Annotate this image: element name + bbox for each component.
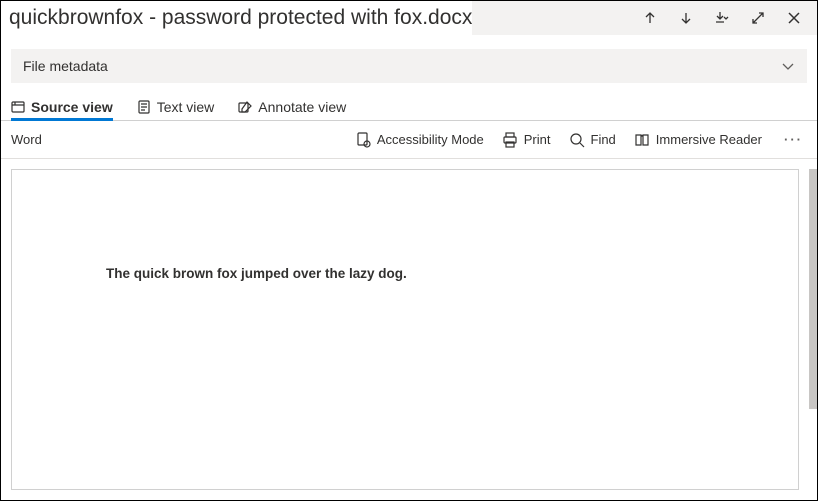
tool-label: Print: [524, 132, 551, 147]
source-view-icon: [11, 100, 25, 114]
expand-button[interactable]: [741, 1, 775, 35]
print-icon: [502, 132, 518, 148]
tool-label: Find: [591, 132, 616, 147]
titlebar-spacer: [472, 1, 633, 35]
tab-label: Annotate view: [258, 99, 346, 115]
tool-label: Accessibility Mode: [377, 132, 484, 147]
view-tabs: Source view Text view Annotate view: [1, 83, 817, 121]
tool-label: Immersive Reader: [656, 132, 762, 147]
tab-annotate-view[interactable]: Annotate view: [238, 93, 346, 120]
close-icon: [786, 10, 802, 26]
document-area: The quick brown fox jumped over the lazy…: [1, 159, 817, 500]
accessibility-mode-button[interactable]: Accessibility Mode: [355, 132, 484, 148]
tab-label: Text view: [157, 99, 215, 115]
document-title: quickbrownfox - password protected with …: [1, 6, 472, 30]
tab-source-view[interactable]: Source view: [11, 93, 113, 120]
find-icon: [569, 132, 585, 148]
accessibility-icon: [355, 132, 371, 148]
vertical-scrollbar[interactable]: [809, 169, 817, 490]
chevron-down-icon: [781, 59, 795, 73]
tab-text-view[interactable]: Text view: [137, 93, 215, 120]
expand-icon: [750, 10, 766, 26]
more-options-button[interactable]: ···: [780, 132, 807, 147]
document-page: The quick brown fox jumped over the lazy…: [11, 169, 799, 490]
document-body-text: The quick brown fox jumped over the lazy…: [106, 266, 407, 281]
annotate-view-icon: [238, 100, 252, 114]
file-metadata-bar[interactable]: File metadata: [11, 49, 807, 83]
document-toolbar: Word Accessibility Mode Print Find Immer…: [1, 121, 817, 159]
ellipsis-icon: ···: [784, 132, 803, 147]
arrow-up-icon: [642, 10, 658, 26]
immersive-reader-icon: [634, 132, 650, 148]
tab-label: Source view: [31, 99, 113, 115]
immersive-reader-button[interactable]: Immersive Reader: [634, 132, 762, 148]
close-button[interactable]: [777, 1, 811, 35]
download-icon: [714, 10, 730, 26]
titlebar: quickbrownfox - password protected with …: [1, 1, 817, 35]
arrow-down-button[interactable]: [669, 1, 703, 35]
scrollbar-thumb[interactable]: [809, 169, 817, 409]
arrow-down-icon: [678, 10, 694, 26]
text-view-icon: [137, 100, 151, 114]
print-button[interactable]: Print: [502, 132, 551, 148]
find-button[interactable]: Find: [569, 132, 616, 148]
file-metadata-label: File metadata: [23, 58, 108, 74]
app-label: Word: [11, 132, 42, 147]
window-controls: [633, 1, 817, 35]
download-button[interactable]: [705, 1, 739, 35]
arrow-up-button[interactable]: [633, 1, 667, 35]
